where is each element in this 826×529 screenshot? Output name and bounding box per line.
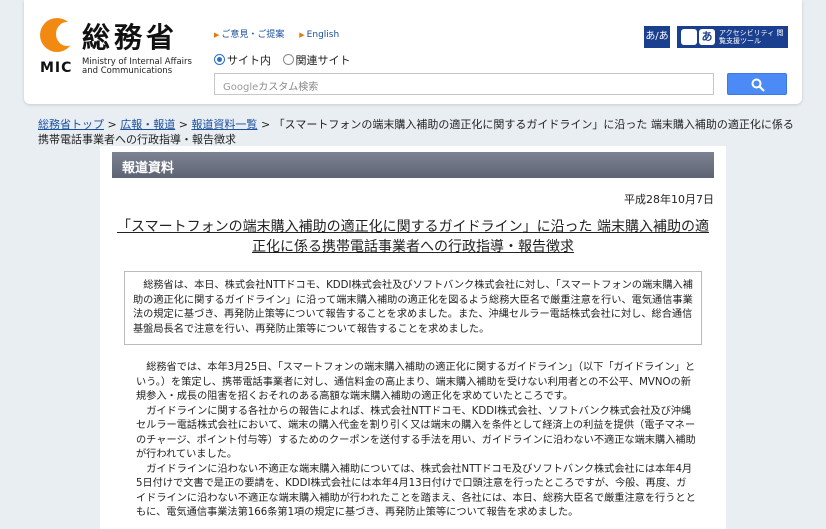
paragraph-1: 総務省では、本年3月25日、「スマートフォンの端末購入補助の適正化に関するガイド…	[136, 362, 696, 402]
arrow-icon: ▶	[214, 31, 220, 39]
arrow-icon: ▶	[299, 31, 305, 39]
speaker-icon	[681, 29, 697, 45]
logo-kanji[interactable]: 総務省	[82, 16, 178, 56]
breadcrumb: 総務省トップ > 広報・報道 > 報道資料一覧 > 「スマートフォンの端末購入補…	[38, 118, 794, 146]
accessibility-button[interactable]: あ アクセシビリティ 閲覧支援ツール	[677, 26, 788, 48]
search-icon	[751, 78, 765, 92]
search-button[interactable]	[727, 73, 787, 95]
site-header: 総務省 MIC Ministry of Internal Affairs and…	[24, 0, 802, 104]
release-date: 平成28年10月7日	[624, 193, 714, 206]
english-link[interactable]: ▶ English	[299, 30, 339, 40]
radio-site[interactable]: サイト内	[214, 52, 271, 68]
top-links: ▶ ご意見・ご提案 ▶ English	[214, 27, 351, 40]
paragraph-3: ガイドラインに沿わない不適正な端末購入補助については、株式会社NTTドコモ及びソ…	[136, 463, 696, 519]
radio-unselected-icon[interactable]	[282, 54, 294, 65]
search-input[interactable]: Googleカスタム検索	[214, 73, 714, 95]
radio-related[interactable]: 関連サイト	[282, 52, 351, 68]
breadcrumb-home[interactable]: 総務省トップ	[38, 118, 104, 131]
paragraph-2: ガイドラインに関する各社からの報告によれば、株式会社NTTドコモ、KDDI株式会…	[136, 405, 696, 461]
summary-box: 総務省は、本日、株式会社NTTドコモ、KDDI株式会社及びソフトバンク株式会社に…	[124, 271, 702, 345]
page-title: 「スマートフォンの端末購入補助の適正化に関するガイドライン」に沿った 端末購入補…	[116, 219, 710, 255]
hiragana-button[interactable]: あ/あ	[644, 26, 670, 48]
text-size-icon: あ	[699, 29, 715, 45]
logo-mic[interactable]: MIC	[40, 60, 72, 76]
logo-english-name[interactable]: Ministry of Internal Affairs and Communi…	[82, 58, 202, 76]
body-text: 総務省では、本年3月25日、「スマートフォンの端末購入補助の適正化に関するガイド…	[136, 361, 696, 521]
breadcrumb-press-list[interactable]: 報道資料一覧	[191, 118, 257, 131]
main-content: 報道資料 平成28年10月7日 「スマートフォンの端末購入補助の適正化に関するガ…	[100, 146, 726, 529]
feedback-link[interactable]: ▶ ご意見・ご提案	[214, 30, 284, 40]
breadcrumb-pr[interactable]: 広報・報道	[120, 118, 175, 131]
search-scope: サイト内 関連サイト	[214, 52, 359, 68]
radio-selected-icon[interactable]	[214, 54, 225, 65]
section-title: 報道資料	[112, 152, 714, 178]
logo-emblem-icon[interactable]	[40, 18, 78, 52]
